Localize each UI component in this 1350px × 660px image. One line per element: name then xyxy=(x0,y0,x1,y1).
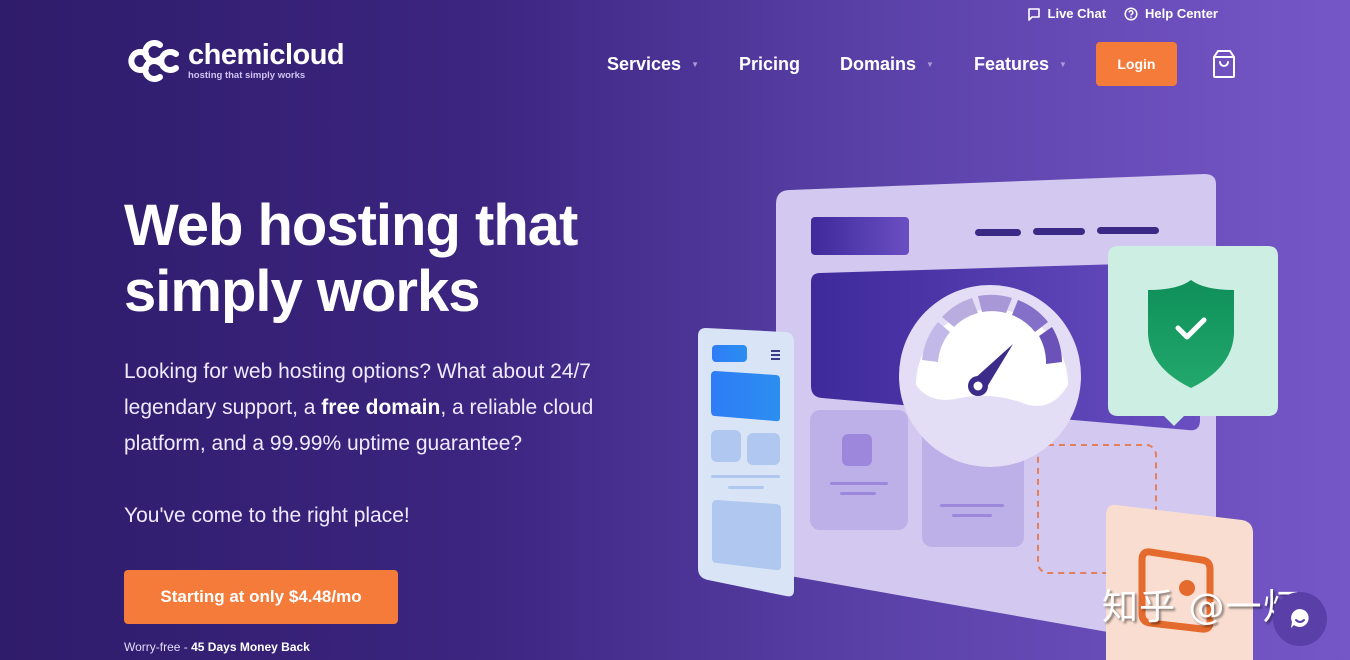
brand-tagline: hosting that simply works xyxy=(188,69,306,81)
nav-pricing-label: Pricing xyxy=(739,53,801,74)
hero-title: Web hosting that simply works xyxy=(124,193,644,325)
hero-title-line2: simply works xyxy=(124,259,480,324)
hero-description: Looking for web hosting options? What ab… xyxy=(124,354,644,462)
login-button[interactable]: Login xyxy=(1095,42,1177,86)
chat-icon xyxy=(1027,7,1040,21)
watermark-text: 知乎 @一灯 xyxy=(1102,587,1300,628)
nav-services[interactable]: Services ▼ xyxy=(607,54,699,75)
help-icon xyxy=(1124,6,1138,21)
guarantee-prefix: Worry-free - xyxy=(124,640,192,654)
speed-gauge-graphic xyxy=(899,285,1081,467)
money-back-guarantee: Worry-free - 45 Days Money Back xyxy=(124,640,310,654)
live-chat-widget-button[interactable] xyxy=(1273,592,1327,646)
guarantee-bold: 45 Days Money Back xyxy=(191,640,310,654)
chemicloud-logo-icon xyxy=(128,40,179,82)
nav-pricing[interactable]: Pricing xyxy=(739,54,800,75)
nav-domains[interactable]: Domains ▼ xyxy=(840,54,934,75)
pricing-cta-button[interactable]: Starting at only $4.48/mo xyxy=(124,570,398,624)
nav-services-label: Services xyxy=(607,53,682,74)
live-chat-link[interactable]: Live Chat xyxy=(1027,6,1107,21)
caret-down-icon: ▼ xyxy=(926,59,934,69)
help-center-link[interactable]: Help Center xyxy=(1124,6,1218,21)
hero-subtext: You've come to the right place! xyxy=(124,504,410,527)
security-card-graphic xyxy=(1108,246,1278,426)
hero-desc-bold: free domain xyxy=(321,396,441,419)
window-header-block xyxy=(811,217,909,255)
shopping-bag-icon[interactable] xyxy=(1210,49,1238,79)
mobile-device-graphic xyxy=(698,328,794,597)
help-center-label: Help Center xyxy=(1145,6,1218,21)
nav-features[interactable]: Features ▼ xyxy=(974,54,1067,75)
brand-name: chemicloud xyxy=(188,38,345,71)
nav-features-label: Features xyxy=(973,53,1050,74)
caret-down-icon: ▼ xyxy=(691,59,699,69)
top-utility-bar: Live Chat Help Center xyxy=(1027,6,1218,21)
main-nav: Services ▼ Pricing Domains ▼ Features ▼ … xyxy=(607,42,1238,86)
hero-title-line1: Web hosting that xyxy=(124,193,578,258)
brand-logo[interactable]: chemicloud hosting that simply works xyxy=(124,36,345,84)
caret-down-icon: ▼ xyxy=(1059,59,1067,69)
chat-bubble-icon xyxy=(1291,609,1309,628)
nav-domains-label: Domains xyxy=(840,53,917,74)
live-chat-label: Live Chat xyxy=(1047,6,1107,21)
